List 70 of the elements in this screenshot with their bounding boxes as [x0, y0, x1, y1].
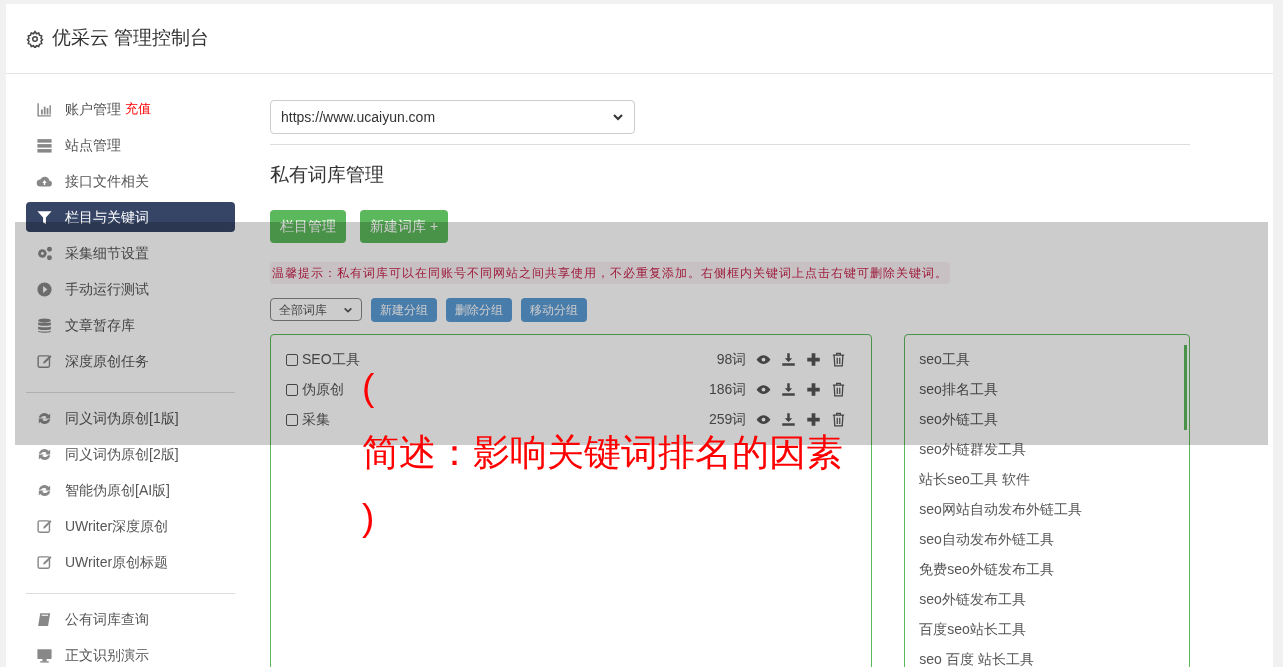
sidebar-item[interactable]: 同义词伪原创[1版]	[26, 403, 235, 433]
library-name[interactable]: 伪原创	[302, 379, 344, 400]
edit-icon	[36, 517, 53, 535]
word-count: 259词	[708, 410, 747, 429]
checkbox[interactable]	[286, 413, 298, 426]
sidebar-item[interactable]: UWriter深度原创	[26, 511, 235, 541]
edit-icon	[36, 553, 53, 571]
page-title: 私有词库管理	[270, 163, 385, 187]
keyword-item[interactable]: seo外链发布工具	[919, 584, 1189, 615]
gears-icon	[36, 244, 53, 262]
trash-icon[interactable]	[831, 412, 847, 427]
notice-text: 温馨提示：私有词库可以在同账号不同网站之间共享使用，不必重复添加。右侧框内关键词上点击右键可删除关键词。	[270, 261, 950, 284]
filter-icon	[36, 208, 53, 226]
trash-icon[interactable]	[831, 352, 847, 367]
plus-icon[interactable]	[806, 352, 822, 367]
eye-icon[interactable]	[756, 352, 772, 367]
word-count: 98词	[716, 350, 747, 369]
overlay-title: 简述：影响关键词排名的因素	[362, 431, 843, 475]
recharge-link[interactable]: 充值	[125, 99, 151, 119]
sidebar-item[interactable]: UWriter原创标题	[26, 547, 235, 577]
keyword-item[interactable]: 站长seo工具 软件	[919, 464, 1189, 495]
sidebar-item[interactable]: 站点管理	[26, 130, 235, 160]
edit-icon	[36, 352, 53, 370]
book-icon	[36, 610, 53, 628]
eye-icon[interactable]	[756, 412, 772, 427]
keyword-item[interactable]: seo自动发布外链工具	[919, 524, 1189, 555]
keyword-item[interactable]: 百度seo站长工具	[919, 614, 1189, 645]
download-icon[interactable]	[781, 412, 797, 427]
console-title: 优采云 管理控制台	[52, 26, 210, 51]
trash-icon[interactable]	[831, 382, 847, 397]
keyword-item[interactable]: seo网站自动发布外链工具	[919, 494, 1189, 525]
sidebar-item[interactable]: 公有词库查询	[26, 604, 235, 634]
word-count: 186词	[708, 380, 747, 399]
sidebar-item[interactable]: 深度原创任务	[26, 346, 235, 376]
sidebar-item[interactable]: 正文识别演示	[26, 640, 235, 667]
sidebar-item[interactable]: 采集细节设置	[26, 238, 235, 268]
keyword-item[interactable]: seo工具	[919, 344, 1189, 375]
library-name[interactable]: SEO工具	[302, 349, 360, 370]
keyword-item[interactable]: seo外链群发工具	[919, 434, 1189, 465]
group-select[interactable]: 全部词库	[270, 298, 362, 321]
scrollbar[interactable]	[1184, 344, 1187, 430]
sidebar-item[interactable]: 账户管理 充值	[26, 94, 235, 124]
download-icon[interactable]	[781, 382, 797, 397]
sidebar-item[interactable]: 文章暂存库	[26, 310, 235, 340]
site-select[interactable]: https://www.ucaiyun.com	[270, 100, 635, 134]
eye-icon[interactable]	[756, 382, 772, 397]
keyword-item[interactable]: seo外链工具	[919, 404, 1189, 435]
checkbox[interactable]	[286, 353, 298, 366]
sidebar-item[interactable]: 同义词伪原创[2版]	[26, 439, 235, 469]
download-icon[interactable]	[781, 352, 797, 367]
database-icon	[36, 316, 53, 334]
monitor-icon	[36, 646, 53, 664]
plus-icon[interactable]	[806, 412, 822, 427]
sidebar-item[interactable]: 智能伪原创[AI版]	[26, 475, 235, 505]
checkbox[interactable]	[286, 383, 298, 396]
sidebar-item[interactable]: 接口文件相关	[26, 166, 235, 196]
play-icon	[36, 280, 53, 298]
keyword-item[interactable]: 免费seo外链发布工具	[919, 554, 1189, 585]
plus-icon[interactable]	[806, 382, 822, 397]
sidebar-item[interactable]: 栏目与关键词	[26, 202, 235, 232]
settings-icon	[26, 29, 44, 48]
chevron-down-icon	[612, 111, 624, 123]
keyword-item[interactable]: seo 百度 站长工具	[919, 644, 1189, 667]
sidebar-item[interactable]: 手动运行测试	[26, 274, 235, 304]
bar-chart-icon	[36, 100, 53, 118]
keyword-item[interactable]: seo排名工具	[919, 374, 1189, 405]
overlay-text: (	[362, 366, 375, 410]
library-name[interactable]: 采集	[302, 409, 330, 430]
overlay-text: )	[362, 496, 375, 540]
server-icon	[36, 136, 53, 154]
